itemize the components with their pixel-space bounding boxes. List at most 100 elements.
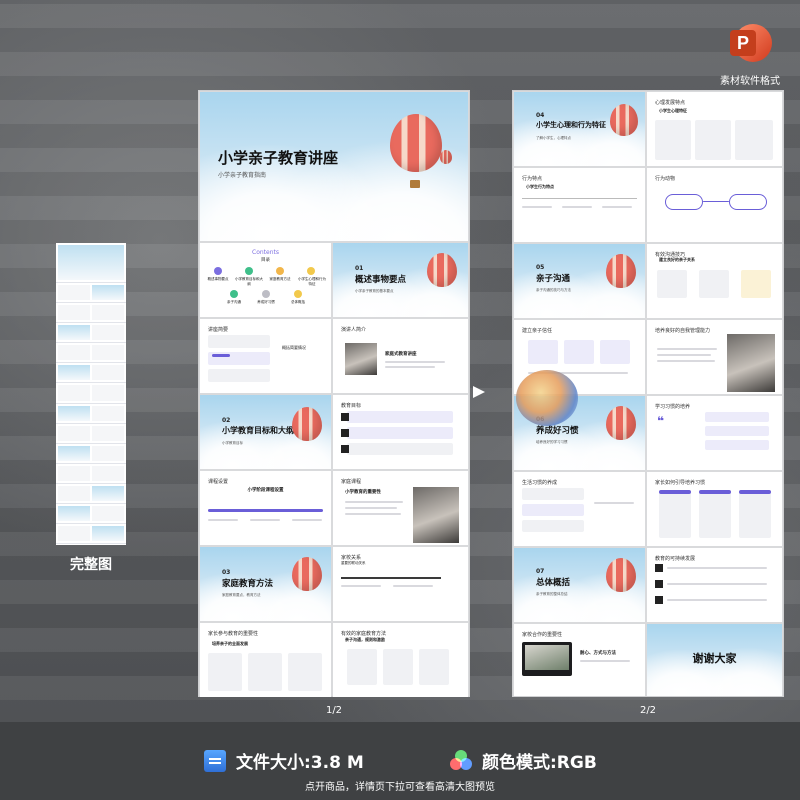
section-01-number: 01 (355, 265, 364, 272)
habit3-card-2 (699, 490, 731, 538)
slide-section-07[interactable]: 07 总体概括 亲子教育的整体总结 (514, 548, 645, 622)
section-04-number: 04 (536, 112, 545, 119)
goals-card-1 (347, 411, 453, 423)
slide-guide-habit[interactable]: 家长如何引导培养习惯 (647, 472, 782, 546)
habit2-heading: 生活习惯的养成 (522, 480, 558, 486)
slide-family-methods[interactable]: 有效的家庭教育方法 亲子沟通，规则和激励 (333, 623, 468, 697)
contents-item-4: 小学生心理和行为特征 (298, 277, 326, 286)
slide-goals[interactable]: 教育目标 (333, 395, 468, 469)
contents-dot-6 (262, 290, 270, 298)
summary-text-line (667, 583, 767, 585)
slide-relation[interactable]: 家校关系 重要的联动关系 (333, 547, 468, 621)
speaker-heading: 演讲人简介 (341, 327, 367, 333)
habit2-card-2 (522, 504, 584, 516)
color-mode-text: 颜色模式:RGB (482, 753, 597, 773)
psych-card-2 (695, 120, 731, 160)
slide-parent-participation[interactable]: 家长参与教育的重要性 培养亲子的全面发展 (200, 623, 331, 697)
respect-label: 亲子沟通，规则和激励 (345, 637, 385, 642)
slide-thanks[interactable]: 谢谢大家 (647, 624, 782, 696)
speaker-label: 家庭式教育讲座 (385, 352, 417, 357)
habit2-card-3 (522, 520, 584, 532)
behavior-text-line (602, 206, 632, 208)
slide-study-habit[interactable]: 学习习惯的培养 ❝ (647, 396, 782, 470)
parenting-photo (727, 334, 775, 392)
slide-section-03[interactable]: 03 家庭教育方法 家庭教育要点，教育方法 (200, 547, 331, 621)
slide-section-05[interactable]: 05 亲子沟通 亲子沟通的技巧与方法 (514, 244, 645, 318)
slide-cooperation[interactable]: 家校合作的重要性 耐心、方式与方法 (514, 624, 645, 696)
psych-card-1 (655, 120, 691, 160)
balloon-illustration (606, 254, 636, 288)
slide-section-02[interactable]: 02 小学教育目标和大纲 小学教育目标 (200, 395, 331, 469)
slide-communication[interactable]: 有效沟通技巧 建立良好的亲子关系 (647, 244, 782, 318)
summary-heading: 教育的可持续发展 (655, 556, 696, 562)
cover-title: 小学亲子教育讲座 (218, 149, 339, 167)
page-label-1: 1/2 (325, 705, 343, 716)
habit-card-1 (705, 412, 769, 422)
color-mode-info: 颜色模式:RGB (450, 748, 597, 773)
contents-item-1: 概述事物要点 (207, 277, 229, 281)
habit-heading: 学习习惯的培养 (655, 404, 691, 410)
parenting-heading: 培养良好的自我管理能力 (655, 328, 711, 334)
family-label: 小学教育的重要性 (345, 490, 381, 495)
slide-psychology[interactable]: 心理发展特点 小学生心理特征 (647, 92, 782, 166)
parenting-text-line (657, 348, 717, 350)
env-card-1 (208, 653, 242, 691)
slide-sheet-page-1: 小学亲子教育讲座 小学亲子教育指南 Contents 目录 概述事物要点 小学教… (198, 90, 470, 697)
page-label-2: 2/2 (639, 705, 657, 716)
overview-card-3 (208, 369, 270, 382)
family-text-line (345, 501, 403, 503)
behavior2-oval-2 (729, 194, 767, 210)
psych-card-3 (735, 120, 773, 160)
balloon-illustration (292, 557, 322, 591)
slide-behavior-2[interactable]: 行为动物 (647, 168, 782, 242)
trust-hex-2 (564, 340, 594, 364)
comm-label: 建立良好的亲子关系 (659, 257, 695, 262)
behavior2-oval-1 (665, 194, 703, 210)
section-03-subtitle: 家庭教育要点，教育方法 (222, 593, 261, 597)
slide-section-04[interactable]: 04 小学生心理和行为特征 了解小学生，心理特点 (514, 92, 645, 166)
comm-card-2 (699, 270, 729, 298)
overview-label: 概括简要情况 (282, 345, 306, 350)
slide-family-course[interactable]: 家庭课程 小学教育的重要性 (333, 471, 468, 545)
contents-item-5: 亲子沟通 (227, 300, 241, 304)
file-size-text: 文件大小:3.8 M (236, 753, 364, 773)
section-02-number: 02 (222, 417, 231, 424)
slide-sustainable[interactable]: 教育的可持续发展 (647, 548, 782, 622)
slide-contents[interactable]: Contents 目录 概述事物要点 小学教育目标和大纲 家庭教育方法 小学生心… (200, 243, 331, 317)
section-06-subtitle: 培养良好的学习习惯 (536, 440, 568, 444)
behavior2-heading: 行为动物 (655, 176, 676, 182)
trust-hex-1 (528, 340, 558, 364)
habit-card-3 (705, 440, 769, 450)
balloon-illustration (427, 253, 457, 287)
slide-life-habit[interactable]: 生活习惯的养成 (514, 472, 645, 546)
slide-self-management[interactable]: 培养良好的自我管理能力 (647, 320, 782, 394)
powerpoint-icon: P (728, 22, 772, 66)
section-07-title: 总体概括 (536, 578, 571, 588)
summary-tag-3 (655, 596, 663, 604)
overview-thumbnail[interactable] (56, 243, 126, 545)
behavior-text-line (522, 206, 552, 208)
section-04-title: 小学生心理和行为特征 (536, 121, 606, 129)
habit3-card-3 (739, 490, 771, 538)
section-02-title: 小学教育目标和大纲 (222, 426, 294, 435)
env-card-3 (288, 653, 322, 691)
slide-cover[interactable]: 小学亲子教育讲座 小学亲子教育指南 (200, 92, 468, 241)
relation-bar (341, 577, 441, 579)
comm-tips-heading: 建立亲子信任 (522, 328, 553, 334)
balloon-illustration (292, 407, 322, 441)
habit2-card-1 (522, 488, 584, 500)
slide-section-01[interactable]: 01 概述事物要点 小学亲子教育的基本要点 (333, 243, 468, 317)
goals-tag-2 (341, 429, 349, 437)
psych-label: 小学生心理特征 (659, 108, 687, 113)
overview-label: 完整图 (70, 557, 112, 573)
slide-outline[interactable]: 课程设置 小学阶段课程设置 (200, 471, 331, 545)
slide-overview[interactable]: 讲座简要 概括简要情况 (200, 319, 331, 393)
family-text-line (345, 513, 401, 515)
summary-text-line (667, 599, 767, 601)
slide-behavior[interactable]: 行为特点 小学生行为特点 (514, 168, 645, 242)
habit3-pill-1 (659, 490, 691, 494)
habit2-text-line (594, 502, 634, 504)
respect-heading: 有效的家庭教育方法 (341, 631, 387, 637)
overview-heading: 讲座简要 (208, 327, 229, 333)
slide-speaker[interactable]: 演讲人简介 家庭式教育讲座 (333, 319, 468, 393)
